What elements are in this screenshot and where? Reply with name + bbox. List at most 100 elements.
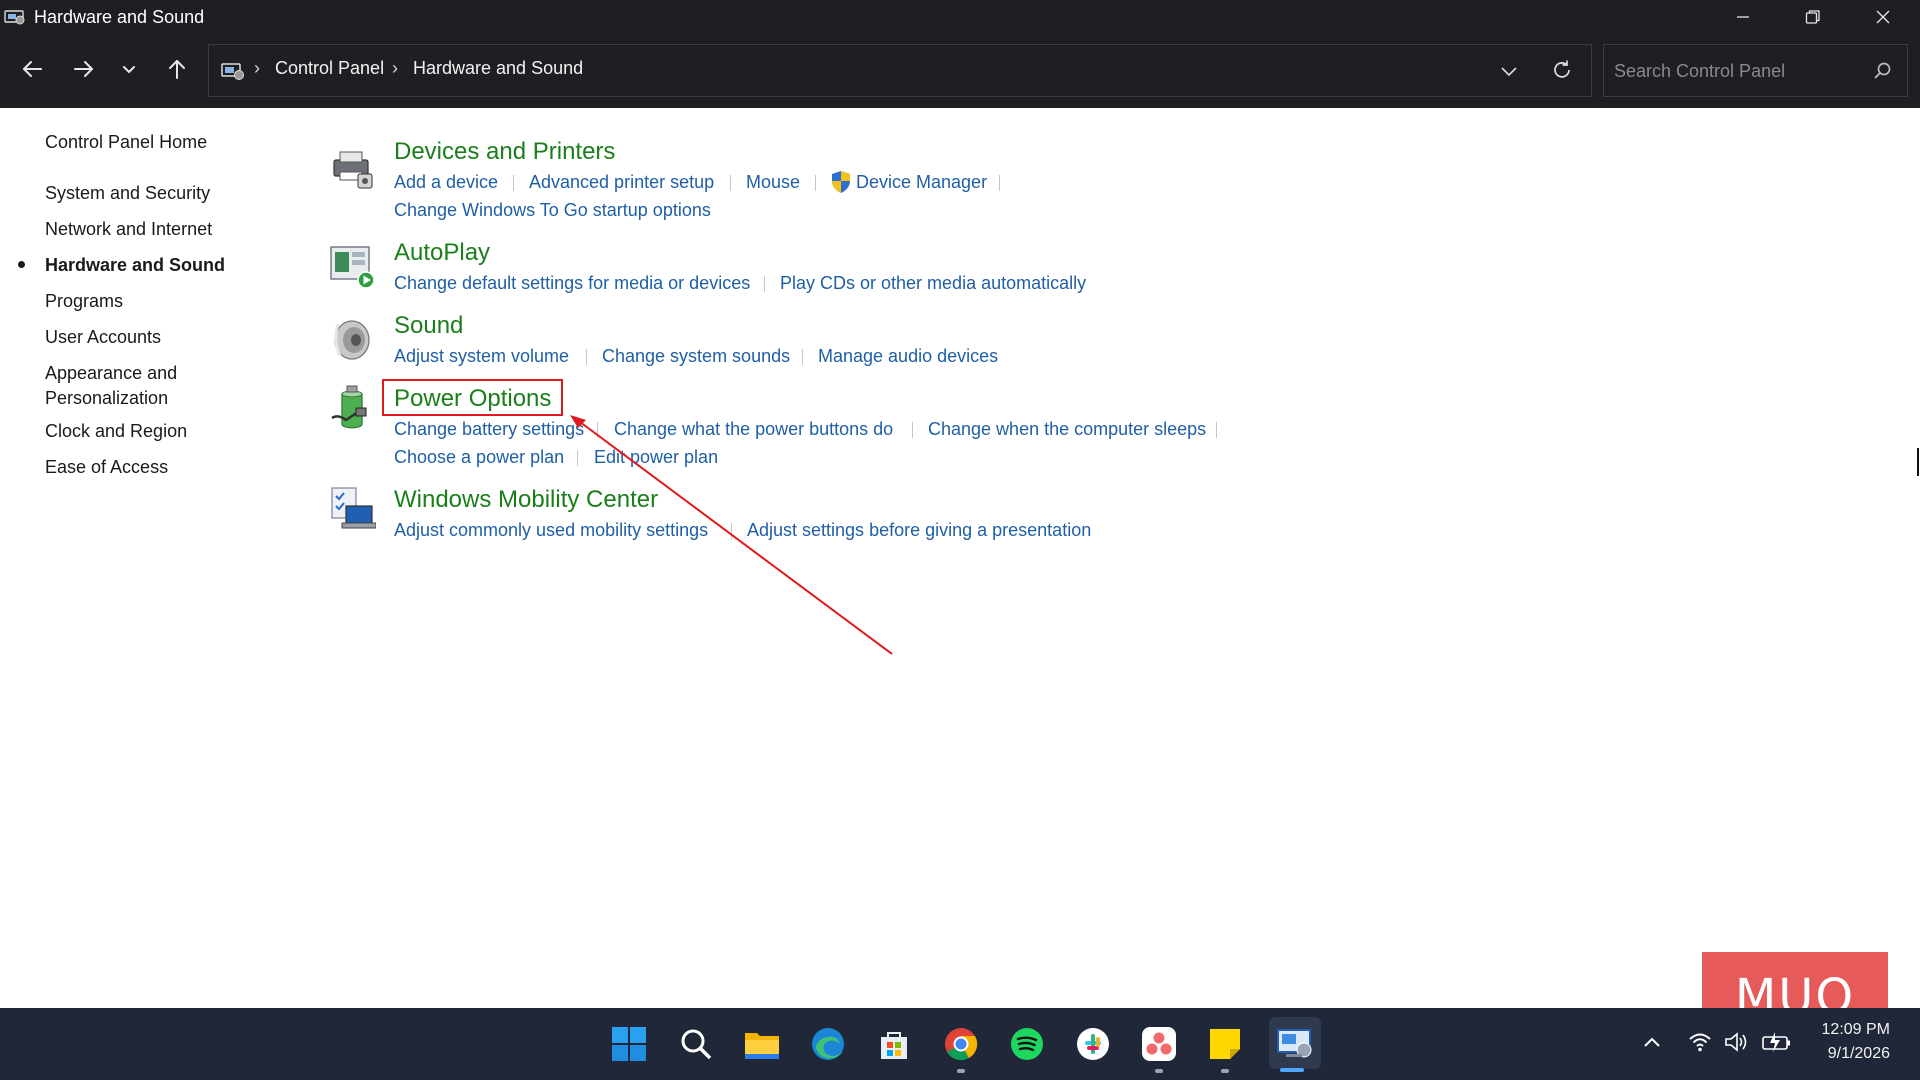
volume-status[interactable]: [1724, 1031, 1750, 1058]
address-field[interactable]: › Control Panel › Hardware and Sound: [208, 44, 1592, 97]
wifi-status[interactable]: [1688, 1031, 1712, 1058]
start-button[interactable]: [607, 1022, 651, 1066]
arrow-left-icon: [23, 61, 42, 77]
slack-icon: [1077, 1028, 1109, 1060]
close-button[interactable]: [1848, 0, 1918, 34]
link-device-manager[interactable]: Device Manager: [856, 172, 987, 193]
taskbar-sticky-notes[interactable]: [1203, 1022, 1247, 1066]
text-cursor: [1917, 448, 1919, 476]
show-hidden-icons-button[interactable]: [1642, 1032, 1662, 1057]
breadcrumb-control-panel[interactable]: Control Panel: [275, 58, 384, 79]
active-app-indicator: [1280, 1068, 1304, 1072]
speaker-icon: [334, 320, 370, 360]
restore-button[interactable]: [1778, 0, 1848, 34]
printer-icon: [333, 151, 373, 189]
link-change-windows-to-go-startup-options[interactable]: Change Windows To Go startup options: [394, 200, 711, 221]
spotify-icon: [1011, 1028, 1043, 1060]
sidebar-item-appearance-and-personalization[interactable]: Appearance and Personalization: [45, 361, 177, 411]
close-icon: [1876, 10, 1890, 24]
clock-date[interactable]: 9/1/2026: [1790, 1045, 1890, 1063]
volume-icon: [1725, 1032, 1747, 1052]
battery-status[interactable]: [1762, 1031, 1792, 1058]
up-button[interactable]: [155, 46, 199, 92]
sidebar-item-control-panel-home[interactable]: Control Panel Home: [45, 130, 207, 155]
back-button[interactable]: [10, 46, 54, 92]
clock-time[interactable]: 12:09 PM: [1790, 1021, 1890, 1039]
address-bar: › Control Panel › Hardware and Sound: [0, 34, 1920, 108]
link-play-cds-automatically[interactable]: Play CDs or other media automatically: [780, 273, 1086, 294]
taskbar-asana[interactable]: [1137, 1022, 1181, 1066]
annotation-arrow: [570, 415, 893, 655]
link-change-battery-settings[interactable]: Change battery settings: [394, 419, 584, 440]
arrow-right-icon: [74, 61, 93, 77]
category-title-devices-and-printers[interactable]: Devices and Printers: [394, 138, 615, 166]
sidebar-item-user-accounts[interactable]: User Accounts: [45, 325, 161, 350]
breadcrumb-hardware-and-sound[interactable]: Hardware and Sound: [413, 58, 583, 79]
control-panel-icon: [1277, 1029, 1312, 1058]
chevron-right-icon: ›: [254, 58, 260, 78]
window-title: Hardware and Sound: [34, 7, 205, 27]
link-separator: [802, 349, 803, 365]
refresh-button[interactable]: [1551, 59, 1575, 83]
link-advanced-printer-setup[interactable]: Advanced printer setup: [529, 172, 714, 193]
start-icon: [612, 1027, 646, 1061]
address-history-button[interactable]: [1499, 61, 1523, 81]
link-mouse[interactable]: Mouse: [746, 172, 800, 193]
link-change-system-sounds[interactable]: Change system sounds: [602, 346, 790, 367]
taskbar-spotify[interactable]: [1005, 1022, 1049, 1066]
search-box[interactable]: [1603, 44, 1908, 97]
recent-locations-button[interactable]: [108, 46, 150, 92]
sticky-notes-icon: [1210, 1029, 1240, 1059]
search-input[interactable]: [1614, 57, 1864, 85]
sidebar-item-system-and-security[interactable]: System and Security: [45, 181, 210, 206]
taskbar-search-button[interactable]: [674, 1022, 718, 1066]
sidebar-item-network-and-internet[interactable]: Network and Internet: [45, 217, 212, 242]
chevron-down-icon: [1501, 67, 1517, 77]
control-panel-icon: [221, 63, 244, 80]
refresh-icon: [1554, 60, 1570, 78]
sidebar-item-hardware-and-sound[interactable]: Hardware and Sound: [45, 253, 225, 278]
forward-button[interactable]: [62, 46, 106, 92]
taskbar-file-explorer[interactable]: [740, 1022, 784, 1066]
chrome-icon: [945, 1028, 978, 1061]
minimize-icon: [1737, 16, 1749, 18]
sidebar-item-ease-of-access[interactable]: Ease of Access: [45, 455, 168, 480]
running-indicator: [1221, 1069, 1229, 1073]
file-explorer-icon: [745, 1033, 779, 1059]
taskbar-slack[interactable]: [1071, 1022, 1115, 1066]
link-separator: [586, 349, 587, 365]
microsoft-store-icon: [881, 1032, 907, 1059]
edge-icon: [812, 1028, 844, 1060]
link-adjust-system-volume[interactable]: Adjust system volume: [394, 346, 569, 367]
active-indicator: [18, 261, 25, 268]
link-choose-a-power-plan[interactable]: Choose a power plan: [394, 447, 564, 468]
mobility-center-icon: [331, 487, 376, 529]
category-title-sound[interactable]: Sound: [394, 312, 463, 340]
highlight-box: [382, 379, 563, 416]
link-manage-audio-devices[interactable]: Manage audio devices: [818, 346, 998, 367]
control-panel-icon: [4, 10, 25, 25]
asana-icon: [1142, 1027, 1176, 1061]
sidebar-item-programs[interactable]: Programs: [45, 289, 123, 314]
link-separator: [999, 175, 1000, 191]
autoplay-icon: [330, 246, 375, 289]
category-title-autoplay[interactable]: AutoPlay: [394, 239, 490, 267]
chevron-down-icon: [123, 66, 135, 73]
taskbar-microsoft-store[interactable]: [872, 1022, 916, 1066]
taskbar-edge[interactable]: [806, 1022, 850, 1066]
restore-icon: [1805, 10, 1820, 24]
link-change-default-settings-for-media-or-devices[interactable]: Change default settings for media or dev…: [394, 273, 750, 294]
power-options-icon: [331, 385, 367, 429]
taskbar-control-panel[interactable]: [1269, 1017, 1321, 1069]
link-separator: [815, 175, 816, 191]
link-separator: [513, 175, 514, 191]
link-change-when-the-computer-sleeps[interactable]: Change when the computer sleeps: [928, 419, 1206, 440]
running-indicator: [1155, 1069, 1163, 1073]
taskbar-chrome[interactable]: [939, 1022, 983, 1066]
search-icon: [1874, 62, 1891, 79]
running-indicator: [957, 1069, 965, 1073]
link-add-a-device[interactable]: Add a device: [394, 172, 498, 193]
link-separator: [1216, 422, 1217, 438]
minimize-button[interactable]: [1708, 0, 1778, 34]
sidebar-item-clock-and-region[interactable]: Clock and Region: [45, 419, 187, 444]
